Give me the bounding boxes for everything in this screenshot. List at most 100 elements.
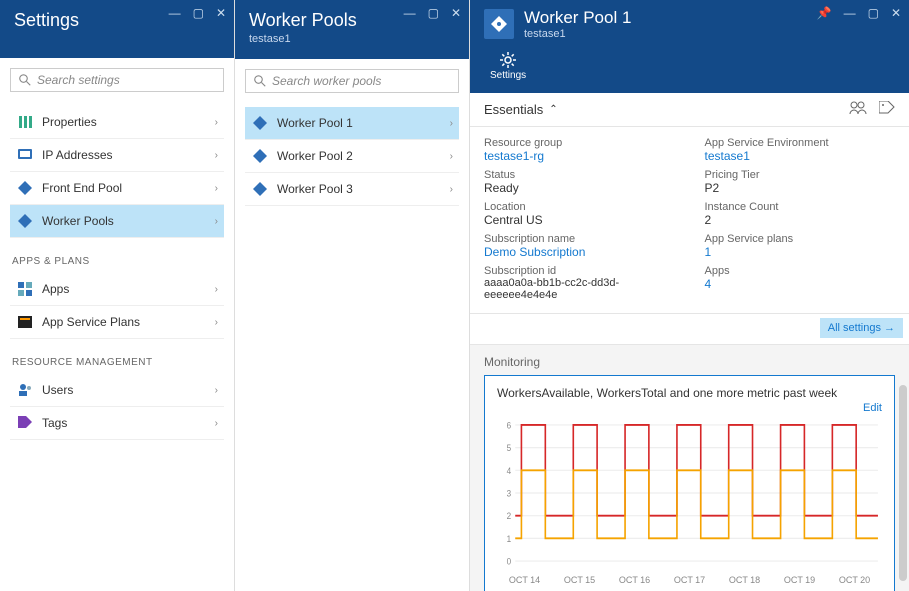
- monitoring-area: Monitoring WorkersAvailable, WorkersTota…: [470, 345, 909, 591]
- pool-logo-icon: [484, 9, 514, 39]
- worker-pool-detail-blade: 📌 — ▢ ✕ Worker Pool 1 testase1 Settings: [470, 0, 909, 591]
- chart-edit-link[interactable]: Edit: [497, 402, 882, 414]
- line-chart: 0123456: [497, 418, 882, 568]
- plans-value[interactable]: 1: [705, 245, 896, 259]
- pin-icon[interactable]: 📌: [817, 6, 832, 20]
- all-settings-button[interactable]: All settings →: [820, 318, 903, 338]
- x-tick: OCT 16: [619, 575, 650, 585]
- status-value: Ready: [484, 181, 675, 195]
- search-worker-pools-placeholder: Search worker pools: [272, 74, 381, 88]
- x-tick: OCT 17: [674, 575, 705, 585]
- toolbar-settings-label: Settings: [490, 70, 526, 81]
- chevron-right-icon: ›: [215, 183, 218, 194]
- x-tick: OCT 19: [784, 575, 815, 585]
- monitoring-label: Monitoring: [484, 355, 895, 369]
- menu-label: Apps: [42, 282, 69, 296]
- scrollbar[interactable]: [899, 385, 907, 581]
- tag-icon: [16, 415, 34, 431]
- menu-frontend-pool[interactable]: Front End Pool ›: [10, 172, 224, 205]
- detail-title: Worker Pool 1: [524, 8, 631, 28]
- search-worker-pools-input[interactable]: Search worker pools: [245, 69, 459, 93]
- pool-item-2[interactable]: Worker Pool 2 ›: [245, 140, 459, 173]
- svg-text:6: 6: [507, 420, 512, 431]
- menu-users[interactable]: Users ›: [10, 374, 224, 407]
- pool-label: Worker Pool 1: [277, 116, 353, 130]
- tag-icon[interactable]: [879, 101, 895, 118]
- menu-tags[interactable]: Tags ›: [10, 407, 224, 440]
- ase-value[interactable]: testase1: [705, 149, 896, 163]
- rg-key: Resource group: [484, 137, 675, 149]
- svg-text:2: 2: [507, 511, 512, 522]
- menu-app-service-plans[interactable]: App Service Plans ›: [10, 306, 224, 339]
- maximize-icon[interactable]: ▢: [193, 6, 204, 20]
- menu-label: App Service Plans: [42, 315, 140, 329]
- loc-value: Central US: [484, 213, 675, 227]
- maximize-icon[interactable]: ▢: [868, 6, 879, 20]
- chevron-right-icon: ›: [450, 151, 453, 162]
- worker-pools-header: Worker Pools testase1 — ▢ ✕: [235, 0, 469, 59]
- chart-card[interactable]: WorkersAvailable, WorkersTotal and one m…: [484, 375, 895, 591]
- loc-key: Location: [484, 201, 675, 213]
- essentials-label: Essentials: [484, 102, 543, 117]
- settings-header: Settings — ▢ ✕: [0, 0, 234, 58]
- minimize-icon[interactable]: —: [404, 6, 416, 20]
- apps-value[interactable]: 4: [705, 277, 896, 291]
- menu-properties[interactable]: Properties ›: [10, 106, 224, 139]
- close-icon[interactable]: ✕: [451, 6, 461, 20]
- pool-icon: [251, 115, 269, 131]
- pool-icon: [251, 148, 269, 164]
- minimize-icon[interactable]: —: [844, 6, 856, 20]
- worker-pools-sub: testase1: [249, 33, 455, 45]
- minimize-icon[interactable]: —: [169, 6, 181, 20]
- inst-key: Instance Count: [705, 201, 896, 213]
- detail-sub: testase1: [524, 28, 631, 40]
- rg-value[interactable]: testase1-rg: [484, 149, 675, 163]
- chart-title: WorkersAvailable, WorkersTotal and one m…: [497, 386, 882, 400]
- maximize-icon[interactable]: ▢: [428, 6, 439, 20]
- search-icon: [254, 75, 266, 87]
- status-key: Status: [484, 169, 675, 181]
- x-tick: OCT 14: [509, 575, 540, 585]
- toolbar-settings-button[interactable]: Settings: [484, 50, 532, 83]
- chevron-right-icon: ›: [215, 150, 218, 161]
- pool-item-3[interactable]: Worker Pool 3 ›: [245, 173, 459, 206]
- detail-header: 📌 — ▢ ✕ Worker Pool 1 testase1 Settings: [470, 0, 909, 93]
- settings-blade: Settings — ▢ ✕ Search settings Propertie…: [0, 0, 235, 591]
- chevron-right-icon: ›: [215, 216, 218, 227]
- svg-text:1: 1: [507, 533, 512, 544]
- essentials-body: Resource grouptestase1-rg StatusReady Lo…: [470, 127, 909, 314]
- subname-value[interactable]: Demo Subscription: [484, 245, 675, 259]
- section-resource-mgmt: RESOURCE MANAGEMENT: [12, 357, 224, 368]
- svg-text:4: 4: [507, 465, 512, 476]
- pool-label: Worker Pool 2: [277, 149, 353, 163]
- chevron-right-icon: ›: [215, 117, 218, 128]
- essentials-toggle[interactable]: Essentials ⌃: [470, 93, 909, 127]
- properties-icon: [16, 114, 34, 130]
- menu-label: IP Addresses: [42, 148, 113, 162]
- menu-label: Worker Pools: [42, 214, 114, 228]
- chevron-right-icon: ›: [450, 184, 453, 195]
- pool-icon: [251, 181, 269, 197]
- close-icon[interactable]: ✕: [216, 6, 226, 20]
- menu-ip-addresses[interactable]: IP Addresses ›: [10, 139, 224, 172]
- chevron-right-icon: ›: [450, 118, 453, 129]
- svg-text:5: 5: [507, 443, 512, 454]
- users-icon[interactable]: [849, 101, 867, 118]
- section-apps-plans: APPS & PLANS: [12, 256, 224, 267]
- chevron-right-icon: ›: [215, 317, 218, 328]
- users-icon: [16, 382, 34, 398]
- pool-item-1[interactable]: Worker Pool 1 ›: [245, 107, 459, 140]
- close-icon[interactable]: ✕: [891, 6, 901, 20]
- ip-icon: [16, 147, 34, 163]
- search-settings-input[interactable]: Search settings: [10, 68, 224, 92]
- x-axis-labels: OCT 14OCT 15OCT 16OCT 17OCT 18OCT 19OCT …: [497, 575, 882, 585]
- menu-worker-pools[interactable]: Worker Pools ›: [10, 205, 224, 238]
- chevron-right-icon: ›: [215, 284, 218, 295]
- subid-value: aaaa0a0a-bb1b-cc2c-dd3d-eeeeee4e4e4e: [484, 277, 675, 301]
- frontend-icon: [16, 180, 34, 196]
- menu-apps[interactable]: Apps ›: [10, 273, 224, 306]
- subid-key: Subscription id: [484, 265, 675, 277]
- svg-text:3: 3: [507, 488, 512, 499]
- plans-icon: [16, 314, 34, 330]
- x-tick: OCT 15: [564, 575, 595, 585]
